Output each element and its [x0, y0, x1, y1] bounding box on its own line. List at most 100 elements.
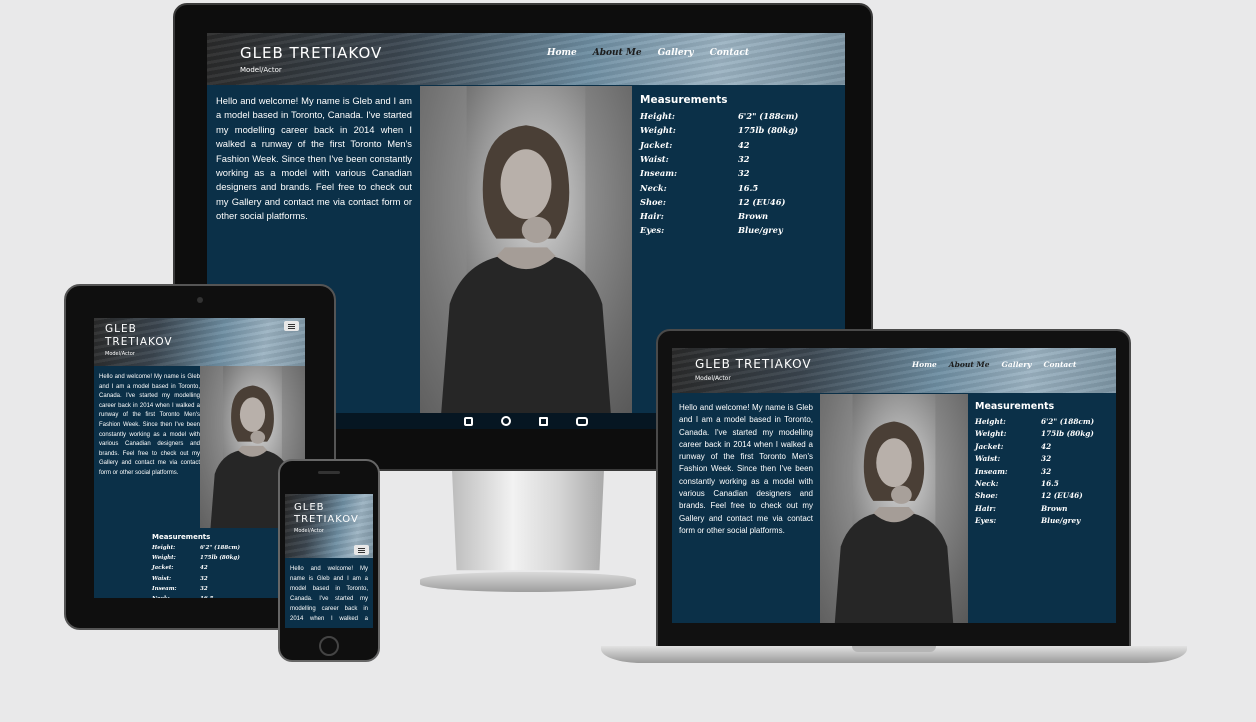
measurement-value: 175lb (80kg) — [200, 555, 240, 562]
brand-title-line1[interactable]: GLEB — [105, 323, 137, 335]
nav-about-me[interactable]: About Me — [593, 48, 642, 58]
measurements-title: Measurements — [640, 94, 728, 106]
measurement-label: Height: — [152, 545, 176, 551]
measurement-row: Shoe: 12 (EU46) — [640, 197, 785, 207]
measurement-row: Inseam: 32 — [640, 168, 750, 178]
measurement-row: Weight: 175lb (80kg) — [640, 125, 798, 135]
brand-title[interactable]: GLEB TRETIAKOV — [240, 44, 382, 62]
nav-about-me[interactable]: About Me — [949, 360, 990, 369]
measurement-row: Jacket: 42 — [152, 565, 208, 571]
measurement-value: 32 — [1041, 454, 1052, 464]
instagram-icon[interactable] — [464, 416, 473, 426]
brand-title-line2[interactable]: TRETIAKOV — [294, 514, 359, 525]
tablet-camera — [197, 297, 203, 303]
measurement-value: 16.5 — [200, 596, 213, 598]
measurement-label: Eyes: — [640, 225, 665, 236]
measurement-label: Jacket: — [152, 565, 174, 572]
measurement-value: 12 (EU46) — [1041, 491, 1083, 501]
measurement-row: Neck:16.5 — [152, 596, 213, 598]
measurement-value: 175lb (80kg) — [738, 125, 799, 136]
measurement-value: Brown — [1041, 503, 1068, 513]
brand-title-line1[interactable]: GLEB — [294, 502, 325, 513]
about-text: Hello and welcome! My name is Gleb and I… — [99, 374, 200, 476]
measurement-row: Hair: Brown — [640, 211, 768, 221]
portrait-photo — [820, 394, 968, 623]
measurement-row: Inseam: 32 — [152, 586, 208, 592]
brand-subtitle: Model/Actor — [240, 66, 282, 74]
measurement-row: Shoe: 12 (EU46) — [975, 491, 1083, 500]
measurements-title: Measurements — [975, 401, 1055, 412]
measurement-row: Weight: 175lb (80kg) — [975, 429, 1094, 438]
measurement-value: 32 — [738, 153, 750, 164]
measurement-label: Weight: — [640, 125, 676, 136]
measurement-label: Eyes: — [975, 516, 997, 526]
nav-contact[interactable]: Contact — [1044, 360, 1077, 369]
about-text: Hello and welcome! My name is Gleb and I… — [679, 403, 813, 535]
nav-home[interactable]: Home — [547, 48, 577, 58]
brand-title[interactable]: GLEB TRETIAKOV — [695, 357, 812, 371]
main-nav: Home About Me Gallery Contact — [912, 360, 1076, 369]
measurement-value: 32 — [738, 168, 750, 179]
linkedin-icon[interactable] — [539, 416, 548, 426]
nav-home[interactable]: Home — [912, 360, 937, 369]
measurements-title: Measurements — [152, 533, 211, 541]
nav-contact[interactable]: Contact — [710, 48, 749, 58]
measurement-row: Height: 6'2" (188cm) — [152, 545, 240, 551]
measurement-label: Shoe: — [975, 491, 998, 501]
measurement-value: 42 — [200, 565, 208, 572]
measurement-value: 16.5 — [1041, 479, 1059, 488]
monitor-stand-base — [420, 572, 636, 592]
measurement-row: Jacket: 42 — [975, 442, 1051, 451]
measurement-value: 42 — [1041, 441, 1052, 451]
measurement-label: Neck: — [152, 596, 200, 598]
monitor-stand-neck — [452, 470, 604, 571]
about-text: Hello and welcome! My name is Gleb and I… — [216, 95, 412, 222]
measurement-label: Shoe: — [640, 196, 666, 207]
measurement-row: Inseam: 32 — [975, 467, 1051, 476]
measurement-value: 32 — [200, 585, 208, 592]
menu-toggle-button[interactable] — [284, 321, 299, 331]
measurement-row: Hair: Brown — [975, 504, 1067, 513]
measurement-value: 16.5 — [738, 182, 759, 193]
portrait-figure — [820, 394, 968, 623]
measurement-row: Waist: 32 — [640, 154, 750, 164]
measurement-value: Brown — [738, 211, 769, 222]
measurement-value: 6'2" (188cm) — [1041, 417, 1095, 426]
measurement-label: Inseam: — [152, 585, 177, 592]
measurement-label: Height: — [975, 417, 1006, 426]
measurement-label: Waist: — [975, 454, 1001, 464]
measurement-value: 32 — [1041, 466, 1052, 476]
brand-subtitle: Model/Actor — [695, 375, 731, 382]
nav-gallery[interactable]: Gallery — [1001, 360, 1031, 369]
laptop-screen: GLEB TRETIAKOV Model/Actor Home About Me… — [672, 348, 1116, 623]
phone-home-button[interactable] — [319, 636, 339, 656]
measurement-label: Weight: — [975, 429, 1007, 439]
laptop-notch — [852, 646, 936, 652]
measurement-row: Waist: 32 — [152, 576, 208, 582]
measurement-row: Weight: 175lb (80kg) — [152, 555, 240, 561]
brand-title-line2[interactable]: TRETIAKOV — [105, 336, 173, 348]
menu-toggle-button[interactable] — [354, 545, 369, 555]
facebook-icon[interactable] — [501, 416, 511, 426]
measurement-label: Jacket: — [640, 139, 673, 150]
measurement-row: Jacket: 42 — [640, 140, 750, 150]
measurement-label: Weight: — [152, 555, 176, 562]
youtube-icon[interactable] — [576, 416, 588, 426]
brand-subtitle: Model/Actor — [105, 351, 135, 357]
measurement-value: 6'2" (188cm) — [738, 111, 799, 121]
measurement-label: Inseam: — [975, 466, 1008, 476]
measurement-row: Height: 6'2" (188cm) — [975, 417, 1094, 426]
measurement-row: Eyes: Blue/grey — [640, 225, 783, 235]
measurement-value: Blue/grey — [1041, 516, 1081, 526]
measurement-label: Hair: — [975, 503, 996, 513]
phone-speaker — [318, 471, 340, 474]
about-text: Hello and welcome! My name is Gleb and I… — [290, 566, 368, 622]
measurement-label: Hair: — [640, 211, 664, 222]
tablet-screen: GLEB TRETIAKOV Model/Actor Hello and wel… — [94, 318, 305, 598]
measurement-value: 175lb (80kg) — [1041, 429, 1094, 439]
measurement-label: Neck: — [640, 182, 667, 193]
measurement-row: Height: 6'2" (188cm) — [640, 111, 798, 121]
measurement-value: 42 — [738, 139, 750, 150]
portrait-photo — [420, 86, 632, 413]
nav-gallery[interactable]: Gallery — [658, 48, 694, 58]
